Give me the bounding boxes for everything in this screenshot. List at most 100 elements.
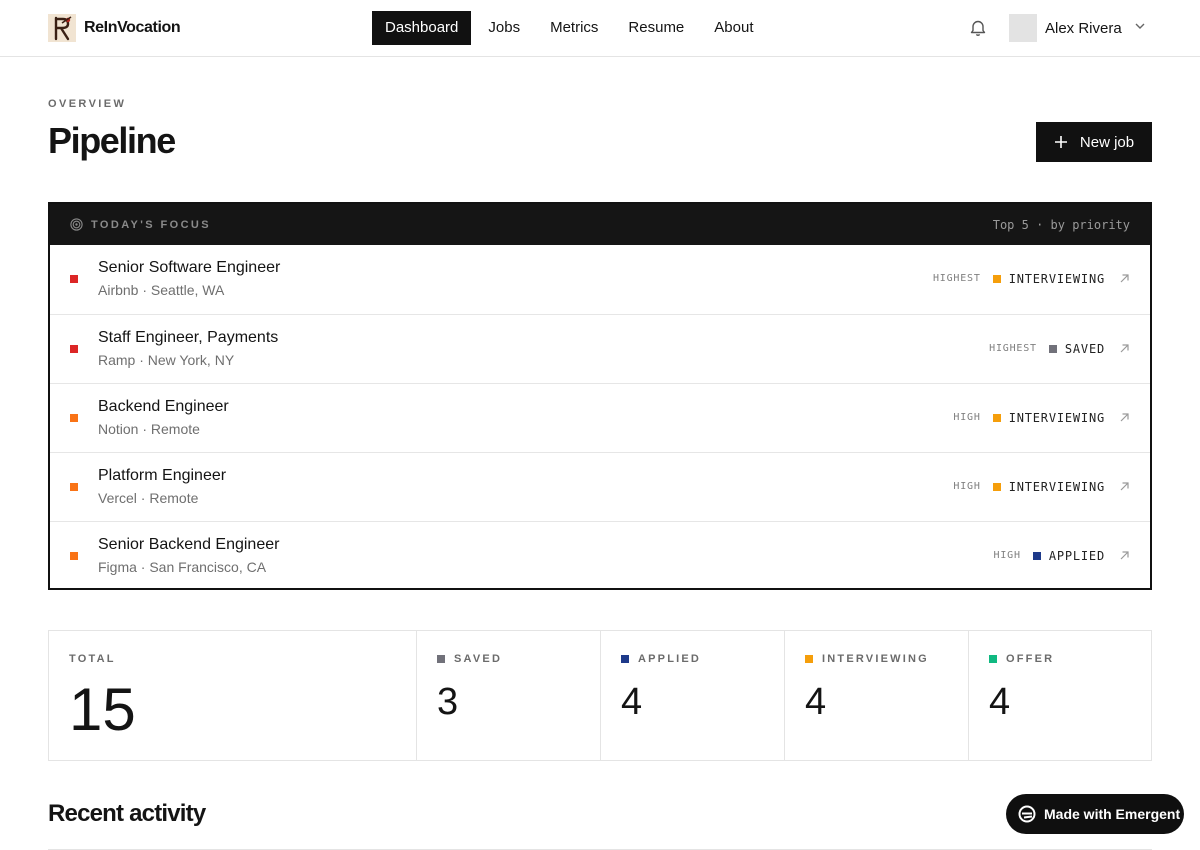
priority-indicator [70,552,78,560]
status-indicator [1048,344,1057,353]
new-job-button[interactable]: New job [1036,122,1152,162]
user-name: Alex Rivera [1045,19,1122,37]
status-swatch [989,655,997,663]
stat-total-label: TOTAL [69,653,116,665]
avatar [1009,14,1037,42]
stat-offer-label: OFFER [1006,653,1055,665]
stat-interviewing-label: INTERVIEWING [822,653,929,665]
priority-label: HIGHEST [989,343,1037,354]
status-swatch [621,655,629,663]
focus-title-group: TODAY'S FOCUS [70,218,211,231]
stat-offer-value: 4 [989,681,1011,723]
stat-applied: APPLIED 4 [600,631,784,760]
job-company-location: Notion · Remote [98,421,200,437]
brand-link[interactable]: ReInVocation [48,14,181,42]
stat-saved-label: SAVED [454,653,503,665]
job-title: Backend Engineer [98,398,229,415]
stat-applied-value: 4 [621,681,643,723]
job-company-location: Ramp · New York, NY [98,352,235,368]
stat-applied-label: APPLIED [638,653,702,665]
focus-job-row[interactable]: Senior Software Engineer Airbnb · Seattle… [50,245,1150,314]
job-company-location: Airbnb · Seattle, WA [98,282,225,298]
status-label: INTERVIEWING [1008,271,1105,286]
focus-job-row[interactable]: Backend Engineer Notion · Remote HIGH INTER… [50,383,1150,452]
stat-total: TOTAL 15 [49,631,416,760]
brand-name: ReInVocation [84,19,181,36]
status-indicator [992,413,1001,422]
stat-interviewing-value: 4 [805,681,827,723]
status-indicator [992,482,1001,491]
stat-offer: OFFER 4 [968,631,1151,760]
plus-icon [1054,135,1068,149]
status-indicator [1032,551,1041,560]
nav-dashboard[interactable]: Dashboard [372,11,472,45]
job-status-group: HIGH INTERVIEWING [953,453,1130,520]
status-label: APPLIED [1048,548,1105,563]
priority-indicator [70,275,78,283]
focus-job-list: Senior Software Engineer Airbnb · Seattle… [50,245,1150,590]
stat-label: TOTAL [69,653,116,665]
arrow-up-right-icon[interactable] [1119,412,1130,423]
status-label: SAVED [1064,341,1105,356]
page-eyebrow: OVERVIEW [48,98,127,110]
top-navigation-bar: ReInVocation Dashboard Jobs Metrics Resu… [0,0,1200,57]
focus-header: TODAY'S FOCUS Top 5 · by priority [50,204,1150,245]
bell-icon[interactable] [968,18,988,43]
stat-saved-value: 3 [437,681,459,723]
job-status-group: HIGHEST SAVED [989,315,1130,382]
priority-label: HIGH [953,481,981,492]
priority-indicator [70,345,78,353]
job-status-group: HIGHEST INTERVIEWING [933,245,1130,312]
stat-label: APPLIED [621,653,701,665]
job-status-group: HIGH INTERVIEWING [953,384,1130,451]
status-indicator [992,274,1001,283]
status-label: INTERVIEWING [1008,410,1105,425]
brand-logo-icon [48,14,76,42]
nav-about[interactable]: About [701,11,766,45]
stat-label: INTERVIEWING [805,653,929,665]
status-label: INTERVIEWING [1008,479,1105,494]
priority-label: HIGH [993,550,1021,561]
status-swatch [805,655,813,663]
priority-label: HIGH [953,412,981,423]
priority-indicator [70,483,78,491]
job-title: Platform Engineer [98,467,227,484]
job-company-location: Figma · San Francisco, CA [98,559,267,575]
nav-metrics[interactable]: Metrics [537,11,611,45]
arrow-up-right-icon[interactable] [1119,481,1130,492]
made-with-emergent-badge[interactable]: Made with Emergent [1006,794,1184,834]
nav-jobs[interactable]: Jobs [475,11,533,45]
arrow-up-right-icon[interactable] [1119,273,1130,284]
chevron-down-icon [1134,19,1146,37]
job-company-location: Vercel · Remote [98,490,199,506]
nav-resume[interactable]: Resume [615,11,697,45]
priority-label: HIGHEST [932,273,981,284]
job-title: Senior Backend Engineer [98,536,280,553]
priority-indicator [70,414,78,422]
job-title: Senior Software Engineer [98,259,281,276]
focus-meta: Top 5 · by priority [992,217,1130,232]
status-swatch [437,655,445,663]
job-title: Staff Engineer, Payments [98,329,279,346]
focus-job-row[interactable]: Platform Engineer Vercel · Remote HIGH INTE… [50,452,1150,521]
recent-activity-title: Recent activity [48,800,206,827]
target-icon [70,218,83,231]
stat-saved: SAVED 3 [416,631,600,760]
job-status-group: HIGH APPLIED [994,522,1130,589]
emergent-logo-icon [1018,805,1036,823]
new-job-label: New job [1079,133,1135,151]
page-title: Pipeline [48,120,176,161]
arrow-up-right-icon[interactable] [1119,550,1130,561]
focus-title: TODAY'S FOCUS [91,218,212,231]
badge-label: Made with Emergent [1044,806,1181,822]
stat-total-value: 15 [69,676,136,743]
main-nav: Dashboard Jobs Metrics Resume About [372,11,770,45]
todays-focus-panel: TODAY'S FOCUS Top 5 · by priority Senior… [48,202,1152,590]
status-stats: TOTAL 15 SAVED 3 APPLIED 4 INTERVIEWING … [48,630,1152,761]
stat-interviewing: INTERVIEWING 4 [784,631,968,760]
user-menu[interactable]: Alex Rivera [1009,14,1146,42]
stat-label: SAVED [437,653,502,665]
arrow-up-right-icon[interactable] [1119,343,1130,354]
focus-job-row[interactable]: Senior Backend Engineer Figma · San Franc… [50,521,1150,590]
focus-job-row[interactable]: Staff Engineer, Payments Ramp · New York,… [50,314,1150,383]
